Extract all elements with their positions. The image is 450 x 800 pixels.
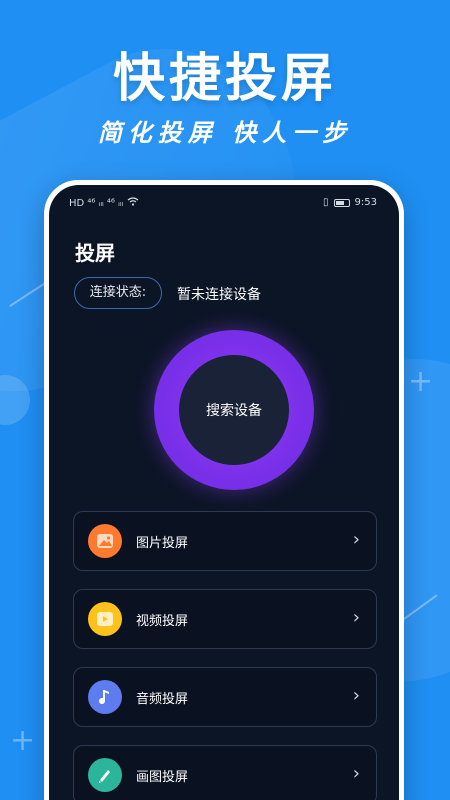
menu-item-label: 画图投屏 (136, 770, 189, 785)
menu-item-image-cast[interactable]: 图片投屏 › (73, 511, 377, 571)
wifi-icon (127, 197, 139, 209)
search-device-label: 搜索设备 (179, 355, 289, 465)
menu-item-label: 音频投屏 (136, 692, 189, 707)
chevron-right-icon: › (352, 763, 360, 784)
status-bar: HD ⁴⁶ ᵢₗₗ ⁴⁶ ᵢₗₗ ▯ 9:53 (49, 185, 399, 213)
menu-item-label: 图片投屏 (136, 536, 189, 551)
status-bar-right: ▯ 9:53 (323, 197, 377, 208)
chevron-right-icon: › (352, 529, 360, 550)
menu-item-video-cast[interactable]: 视频投屏 › (73, 589, 377, 649)
signal-icon: HD ⁴⁶ ᵢₗₗ ⁴⁶ ᵢₗₗ (69, 197, 124, 209)
search-device-button[interactable]: 搜索设备 (154, 330, 314, 490)
menu-item-audio-cast[interactable]: 音频投屏 › (73, 667, 377, 727)
status-bar-left: HD ⁴⁶ ᵢₗₗ ⁴⁶ ᵢₗₗ (69, 197, 139, 209)
video-icon (88, 602, 122, 636)
plus-icon: + (10, 723, 36, 758)
hero-headline: 快捷投屏 (112, 49, 337, 109)
brush-icon (88, 758, 122, 792)
connection-status-value: 暂未连接设备 (177, 287, 261, 303)
connection-status-label: 连接状态: (74, 277, 162, 309)
menu-item-label: 视频投屏 (136, 614, 189, 629)
hero-subline: 简化投屏 快人一步 (97, 119, 353, 147)
image-icon (88, 524, 122, 558)
phone-screen: HD ⁴⁶ ᵢₗₗ ⁴⁶ ᵢₗₗ ▯ 9:53 投屏 连接状态: 暂未连接设备 … (49, 185, 399, 800)
clock: 9:53 (354, 197, 377, 208)
battery-icon (333, 198, 350, 207)
menu-item-draw-cast[interactable]: 画图投屏 › (73, 745, 377, 800)
phone-frame: HD ⁴⁶ ᵢₗₗ ⁴⁶ ᵢₗₗ ▯ 9:53 投屏 连接状态: 暂未连接设备 … (44, 180, 404, 800)
chevron-right-icon: › (352, 607, 360, 628)
music-icon (88, 680, 122, 714)
plus-icon: + (408, 364, 434, 399)
vibrate-icon: ▯ (323, 197, 329, 208)
chevron-right-icon: › (352, 685, 360, 706)
page-title: 投屏 (75, 241, 115, 265)
